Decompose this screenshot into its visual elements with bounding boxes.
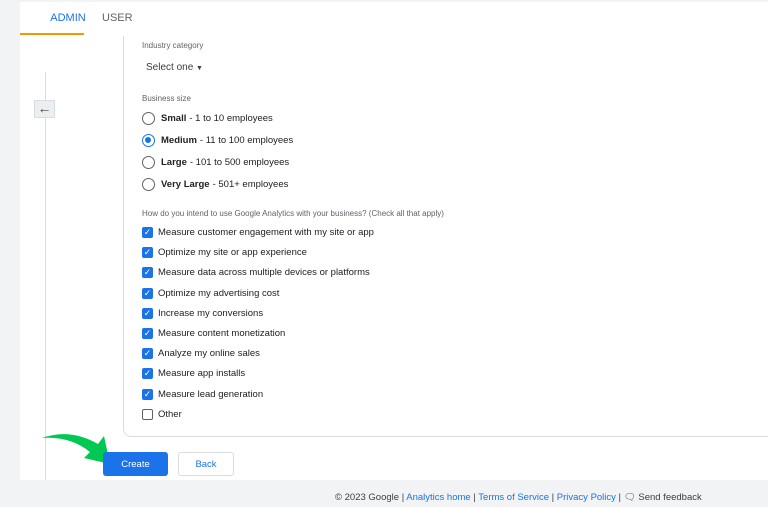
business-size-option[interactable]: Medium - 11 to 100 employees [142,134,293,147]
usage-option[interactable]: ✓ Measure customer engagement with my sit… [142,227,374,238]
usage-option[interactable]: ✓ Optimize my advertising cost [142,287,280,299]
size-desc: - 1 to 10 employees [189,113,273,124]
usage-option[interactable]: ✓ Measure content monetization [142,328,285,339]
feedback-icon: 🗨 [623,492,636,503]
main-panel: ADMIN USER ← Industry category Select on… [20,2,768,480]
separator: | [551,492,555,503]
checkbox[interactable]: ✓ [142,328,153,339]
usage-option[interactable]: ✓ Measure app installs [142,368,246,380]
usage-question-label: How do you intend to use Google Analytic… [142,209,444,218]
checkbox[interactable]: ✓ [142,247,153,259]
separator: | [473,492,476,503]
radio-button[interactable] [142,156,155,169]
size-desc: - 501+ employees [212,179,289,190]
back-arrow-icon[interactable]: ← [34,100,55,118]
create-button[interactable]: Create [103,452,168,476]
back-button[interactable]: Back [178,452,234,476]
feedback-label: Send feedback [638,492,702,503]
industry-category-select[interactable]: Select one ▼ [146,62,203,73]
usage-label: Measure lead generation [158,388,264,400]
size-name: Small [161,113,187,124]
usage-option[interactable]: ✓ Increase my conversions [142,307,264,319]
select-value: Select one [146,62,194,73]
send-feedback-button[interactable]: 🗨 Send feedback [624,492,702,503]
checkbox[interactable]: ✓ [142,368,153,380]
radio-button[interactable] [142,134,155,147]
terms-link[interactable]: Terms of Service [478,492,549,503]
usage-option[interactable]: ✓ Optimize my site or app experience [142,247,307,259]
footer: © 2023 Google | Analytics home | Terms o… [335,492,702,503]
tab-admin[interactable]: ADMIN [36,12,100,34]
usage-label: Increase my conversions [158,307,264,319]
size-name: Large [161,157,187,168]
usage-label: Measure data across multiple devices or … [158,267,370,279]
checkbox[interactable]: ✓ [142,348,153,360]
analytics-home-link[interactable]: Analytics home [406,492,470,503]
checkbox[interactable]: ✓ [142,267,153,279]
industry-category-label: Industry category [142,41,204,50]
size-name: Very Large [161,179,210,190]
privacy-link[interactable]: Privacy Policy [557,492,616,503]
checkbox[interactable] [142,408,153,420]
usage-option[interactable]: ✓ Measure lead generation [142,388,264,400]
usage-option[interactable]: ✓ Measure data across multiple devices or… [142,267,370,279]
business-info-card: Industry category Select one ▼ Business … [123,36,768,437]
usage-label: Other [158,408,182,420]
checkbox[interactable]: ✓ [142,307,153,319]
checkbox[interactable]: ✓ [142,227,153,238]
stepper-line [45,72,46,480]
usage-label: Optimize my site or app experience [158,247,307,259]
copyright: © 2023 Google [335,492,400,503]
usage-label: Analyze my online sales [158,348,260,360]
usage-label: Optimize my advertising cost [158,287,280,299]
checkbox[interactable]: ✓ [142,287,153,299]
size-name: Medium [161,135,197,146]
usage-label: Measure app installs [158,368,246,380]
business-size-option[interactable]: Very Large - 501+ employees [142,178,288,191]
active-tab-indicator [20,33,84,35]
tab-user[interactable]: USER [102,12,133,34]
size-desc: - 11 to 100 employees [199,135,294,146]
size-desc: - 101 to 500 employees [189,157,290,168]
business-size-option[interactable]: Small - 1 to 10 employees [142,112,273,125]
usage-option[interactable]: ✓ Analyze my online sales [142,348,260,360]
separator: | [618,492,622,503]
separator: | [401,492,405,503]
dropdown-caret-icon: ▼ [196,65,203,72]
usage-label: Measure content monetization [158,328,286,339]
radio-button[interactable] [142,178,155,191]
radio-button[interactable] [142,112,155,125]
business-size-label: Business size [142,94,191,103]
usage-label: Measure customer engagement with my site… [158,227,374,238]
usage-option[interactable]: Other [142,408,182,420]
checkbox[interactable]: ✓ [142,388,153,400]
business-size-option[interactable]: Large - 101 to 500 employees [142,156,289,169]
